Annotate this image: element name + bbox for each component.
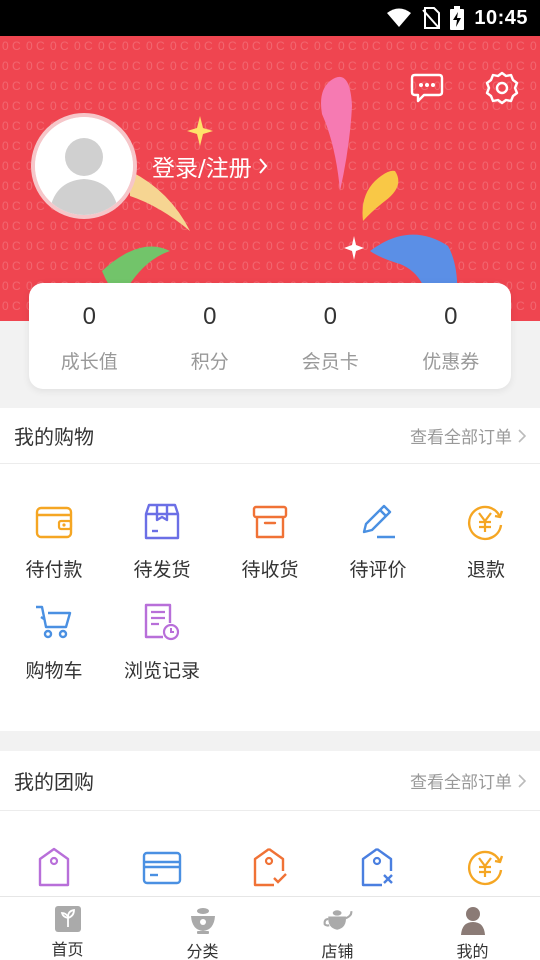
stat-label: 积分 — [190, 351, 229, 373]
group-failed-item[interactable] — [324, 811, 432, 896]
group-pending-pay-item[interactable] — [0, 811, 108, 896]
stat-value: 0 — [82, 303, 96, 330]
stat-label: 优惠券 — [422, 351, 480, 373]
shopping-cart-item[interactable]: 购物车 — [0, 582, 108, 698]
pen-icon — [362, 504, 395, 538]
stat-member-card[interactable]: 0 会员卡 — [270, 283, 391, 389]
grid-label: 待评价 — [349, 559, 407, 581]
stats-card: 0 成长值 0 积分 0 会员卡 0 优惠券 — [29, 283, 511, 389]
refund-item[interactable]: 退款 — [432, 464, 540, 582]
avatar[interactable] — [31, 113, 137, 219]
tab-mine[interactable]: 我的 — [405, 897, 540, 960]
grid-label: 待发货 — [133, 559, 191, 581]
grid-label: 待付款 — [25, 559, 83, 581]
wallet-icon — [35, 506, 73, 538]
profile-header: 0 C 登录/注册 — [0, 36, 540, 321]
store-teapot-icon — [323, 910, 352, 930]
grid-label: 退款 — [466, 559, 505, 581]
stat-label: 成长值 — [60, 351, 118, 373]
home-leaf-icon — [54, 906, 81, 932]
tab-label: 首页 — [51, 940, 84, 959]
view-all-group-orders-link[interactable]: 查看全部订单 — [410, 768, 526, 793]
login-register-label: 登录/注册 — [152, 156, 252, 182]
battery-charging-icon — [450, 6, 465, 30]
chevron-right-icon — [258, 158, 268, 174]
stat-label: 会员卡 — [301, 351, 359, 373]
bottom-tab-bar: 首页 分类 店铺 我的 — [0, 896, 540, 960]
view-all-orders-label: 查看全部订单 — [410, 773, 512, 793]
stat-value: 0 — [323, 303, 337, 330]
pending-shipment-item[interactable]: 待发货 — [108, 464, 216, 582]
cart-icon — [36, 605, 72, 639]
tab-category[interactable]: 分类 — [135, 897, 270, 960]
card-icon — [142, 851, 182, 885]
chevron-right-icon — [518, 428, 526, 443]
stat-points[interactable]: 0 积分 — [150, 283, 271, 389]
view-all-orders-link[interactable]: 查看全部订单 — [410, 423, 526, 448]
group-refund-item[interactable] — [432, 811, 540, 896]
view-all-orders-label: 查看全部订单 — [410, 428, 512, 448]
grid-label: 浏览记录 — [123, 660, 200, 682]
tab-label: 店铺 — [321, 942, 354, 960]
status-icons: 10:45 — [386, 0, 528, 36]
profile-icon — [460, 907, 485, 935]
default-user-icon — [35, 117, 133, 215]
stat-value: 0 — [203, 303, 217, 330]
status-bar: 10:45 — [0, 0, 540, 36]
pending-receipt-item[interactable]: 待收货 — [216, 464, 324, 582]
tag-icon — [38, 847, 70, 887]
box-icon — [252, 505, 288, 538]
category-bowl-icon — [190, 908, 215, 934]
group-card-item[interactable] — [108, 811, 216, 896]
history-icon — [144, 603, 180, 641]
grid-label: 待收货 — [241, 559, 299, 581]
stat-value: 0 — [444, 303, 458, 330]
section-header: 我的购物 查看全部订单 — [0, 408, 540, 464]
stat-coupons[interactable]: 0 优惠券 — [391, 283, 512, 389]
section-title: 我的购物 — [14, 425, 94, 449]
chevron-right-icon — [518, 773, 526, 788]
section-title: 我的团购 — [14, 770, 94, 794]
shopping-grid: 待付款 待发货 待收货 待评价 退款 购物车 浏览记录 — [0, 464, 540, 698]
tag-cancel-icon — [361, 848, 393, 887]
tab-label: 我的 — [456, 942, 489, 960]
tab-home[interactable]: 首页 — [0, 897, 135, 960]
settings-button[interactable] — [482, 68, 522, 108]
package-icon — [144, 503, 180, 539]
pending-payment-item[interactable]: 待付款 — [0, 464, 108, 582]
browse-history-item[interactable]: 浏览记录 — [108, 582, 216, 698]
group-buy-grid — [0, 811, 540, 896]
no-sim-icon — [422, 7, 441, 29]
section-header: 我的团购 查看全部订单 — [0, 751, 540, 811]
tab-label: 分类 — [186, 942, 219, 960]
wifi-icon — [387, 8, 412, 27]
gear-icon — [485, 71, 519, 105]
refund-yen-icon — [467, 505, 504, 540]
chat-bubble-icon — [410, 73, 444, 103]
refund-yen-icon — [467, 850, 504, 886]
stat-growth[interactable]: 0 成长值 — [29, 283, 150, 389]
status-time: 10:45 — [474, 6, 528, 29]
tag-check-icon — [253, 848, 287, 887]
tab-store[interactable]: 店铺 — [270, 897, 405, 960]
group-success-item[interactable] — [216, 811, 324, 896]
my-group-buy-section: 我的团购 查看全部订单 — [0, 751, 540, 896]
message-button[interactable] — [407, 68, 447, 108]
my-shopping-section: 我的购物 查看全部订单 待付款 待发货 待收货 待评价 退款 购物车 浏览记录 — [0, 408, 540, 731]
login-register-link[interactable]: 登录/注册 — [152, 149, 268, 183]
pending-review-item[interactable]: 待评价 — [324, 464, 432, 582]
grid-label: 购物车 — [25, 660, 83, 682]
